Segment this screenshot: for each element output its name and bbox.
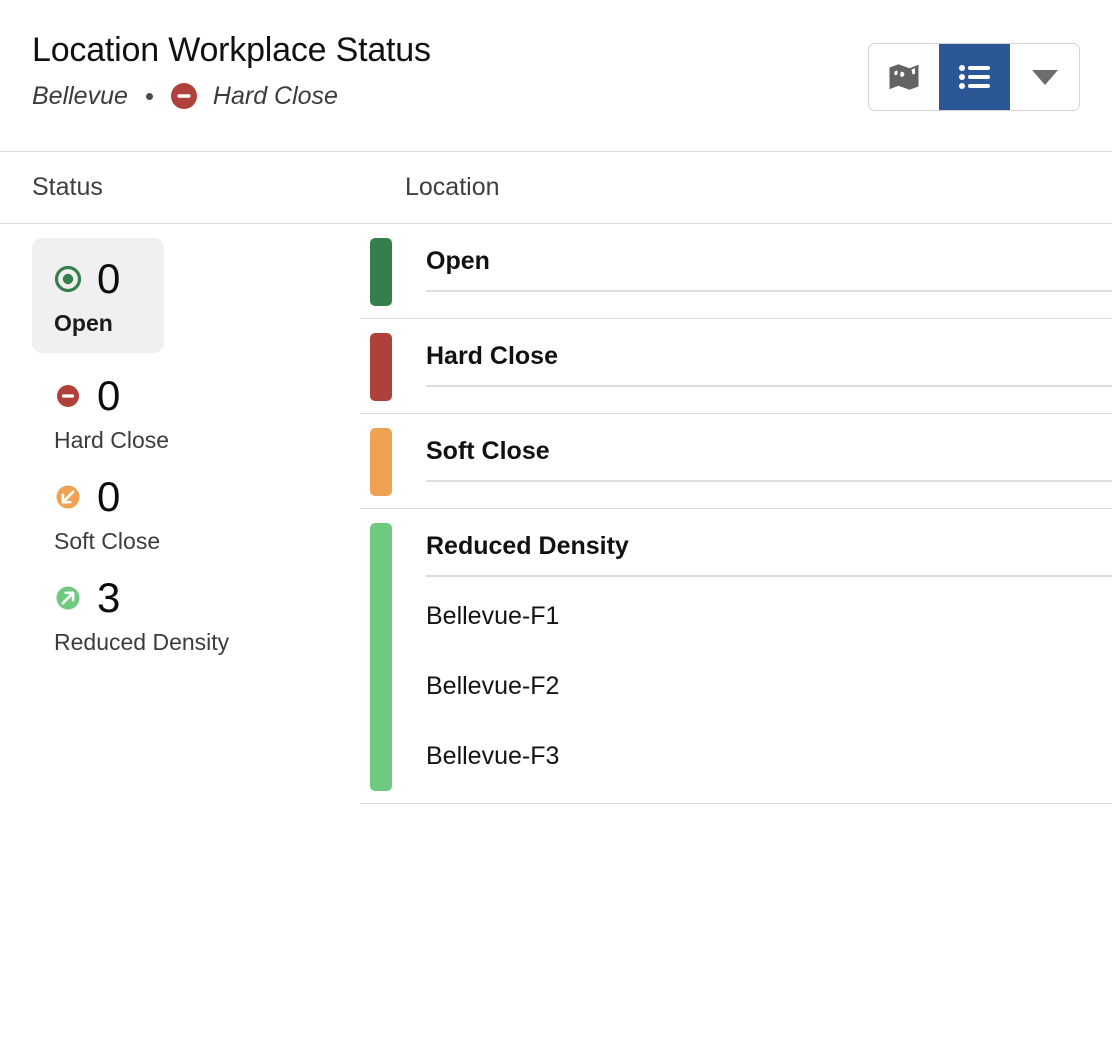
- group-color-bar: [370, 333, 392, 401]
- reduced-density-icon: [54, 584, 82, 612]
- map-icon: [888, 62, 920, 92]
- group-header-divider: [426, 290, 1112, 292]
- status-summary-label: Reduced Density: [54, 629, 230, 655]
- location-column-header: Location: [405, 173, 1112, 202]
- page-header: Location Workplace Status Bellevue Hard …: [0, 0, 1112, 152]
- group-body: Hard Close: [392, 333, 1112, 401]
- list-item[interactable]: Bellevue-F3: [426, 721, 1112, 791]
- status-summary-label: Open: [54, 310, 113, 336]
- location-group-reduced-density: Reduced Density Bellevue-F1 Bellevue-F2 …: [360, 509, 1112, 804]
- status-summary-label: Hard Close: [54, 427, 170, 453]
- status-summary-row: 0: [54, 373, 142, 419]
- subtitle-status-label: Hard Close: [212, 81, 338, 110]
- group-title: Open: [426, 247, 490, 275]
- status-column-header: Status: [0, 173, 405, 202]
- status-summary-item-reduced-density[interactable]: 3 Reduced Density: [32, 555, 230, 656]
- status-summary-label: Soft Close: [54, 528, 161, 554]
- map-view-button[interactable]: [869, 44, 939, 110]
- page-body: 0 Open 0 Hard Close 0 Soft Close 3 Reduc…: [0, 224, 1112, 1048]
- view-toggle-toolbar: [868, 43, 1080, 111]
- group-body: Open: [392, 238, 1112, 306]
- location-group-soft-close: Soft Close: [360, 414, 1112, 509]
- status-summary-count: 0: [97, 473, 121, 520]
- chevron-down-icon: [1031, 69, 1058, 85]
- view-options-dropdown-button[interactable]: [1009, 44, 1079, 110]
- status-summary-row: 0: [54, 474, 142, 520]
- status-column-label: Status: [32, 173, 103, 201]
- status-summary-item-hard-close[interactable]: 0 Hard Close: [32, 353, 170, 454]
- group-items: Bellevue-F1 Bellevue-F2 Bellevue-F3: [426, 577, 1112, 791]
- group-title: Reduced Density: [426, 532, 629, 560]
- location-group-open: Open: [360, 224, 1112, 319]
- location-group-hard-close: Hard Close: [360, 319, 1112, 414]
- location-list-panel: Open Hard Close Soft Close Reduced Densi…: [360, 224, 1112, 1048]
- group-title: Soft Close: [426, 437, 550, 465]
- hard-close-icon: [170, 83, 197, 109]
- list-icon: [958, 64, 991, 90]
- group-body: Reduced Density Bellevue-F1 Bellevue-F2 …: [392, 523, 1112, 791]
- subtitle-separator-dot: [145, 92, 153, 100]
- group-color-bar: [370, 238, 392, 306]
- group-header-divider: [426, 480, 1112, 482]
- list-item[interactable]: Bellevue-F1: [426, 581, 1112, 651]
- list-view-button[interactable]: [939, 44, 1009, 110]
- status-summary-row: 0: [54, 256, 142, 302]
- status-summary-count: 0: [97, 372, 121, 419]
- status-summary-item-open[interactable]: 0 Open: [32, 238, 164, 353]
- location-workplace-status-page: Location Workplace Status Bellevue Hard …: [0, 0, 1112, 1048]
- status-summary-count: 3: [97, 574, 121, 621]
- column-headers: Status Location: [0, 152, 1112, 224]
- list-item[interactable]: Bellevue-F2: [426, 651, 1112, 721]
- group-color-bar: [370, 428, 392, 496]
- group-color-bar: [370, 523, 392, 791]
- group-header-divider: [426, 385, 1112, 387]
- location-column-label: Location: [405, 173, 500, 201]
- subtitle-location: Bellevue: [32, 81, 128, 110]
- status-summary-panel: 0 Open 0 Hard Close 0 Soft Close 3 Reduc…: [0, 224, 360, 1048]
- group-title: Hard Close: [426, 342, 558, 370]
- status-summary-item-soft-close[interactable]: 0 Soft Close: [32, 454, 164, 555]
- hard-close-icon: [54, 382, 82, 410]
- open-icon: [54, 265, 82, 293]
- soft-close-icon: [54, 483, 82, 511]
- status-summary-row: 3: [54, 575, 142, 621]
- status-summary-count: 0: [97, 255, 121, 302]
- group-body: Soft Close: [392, 428, 1112, 496]
